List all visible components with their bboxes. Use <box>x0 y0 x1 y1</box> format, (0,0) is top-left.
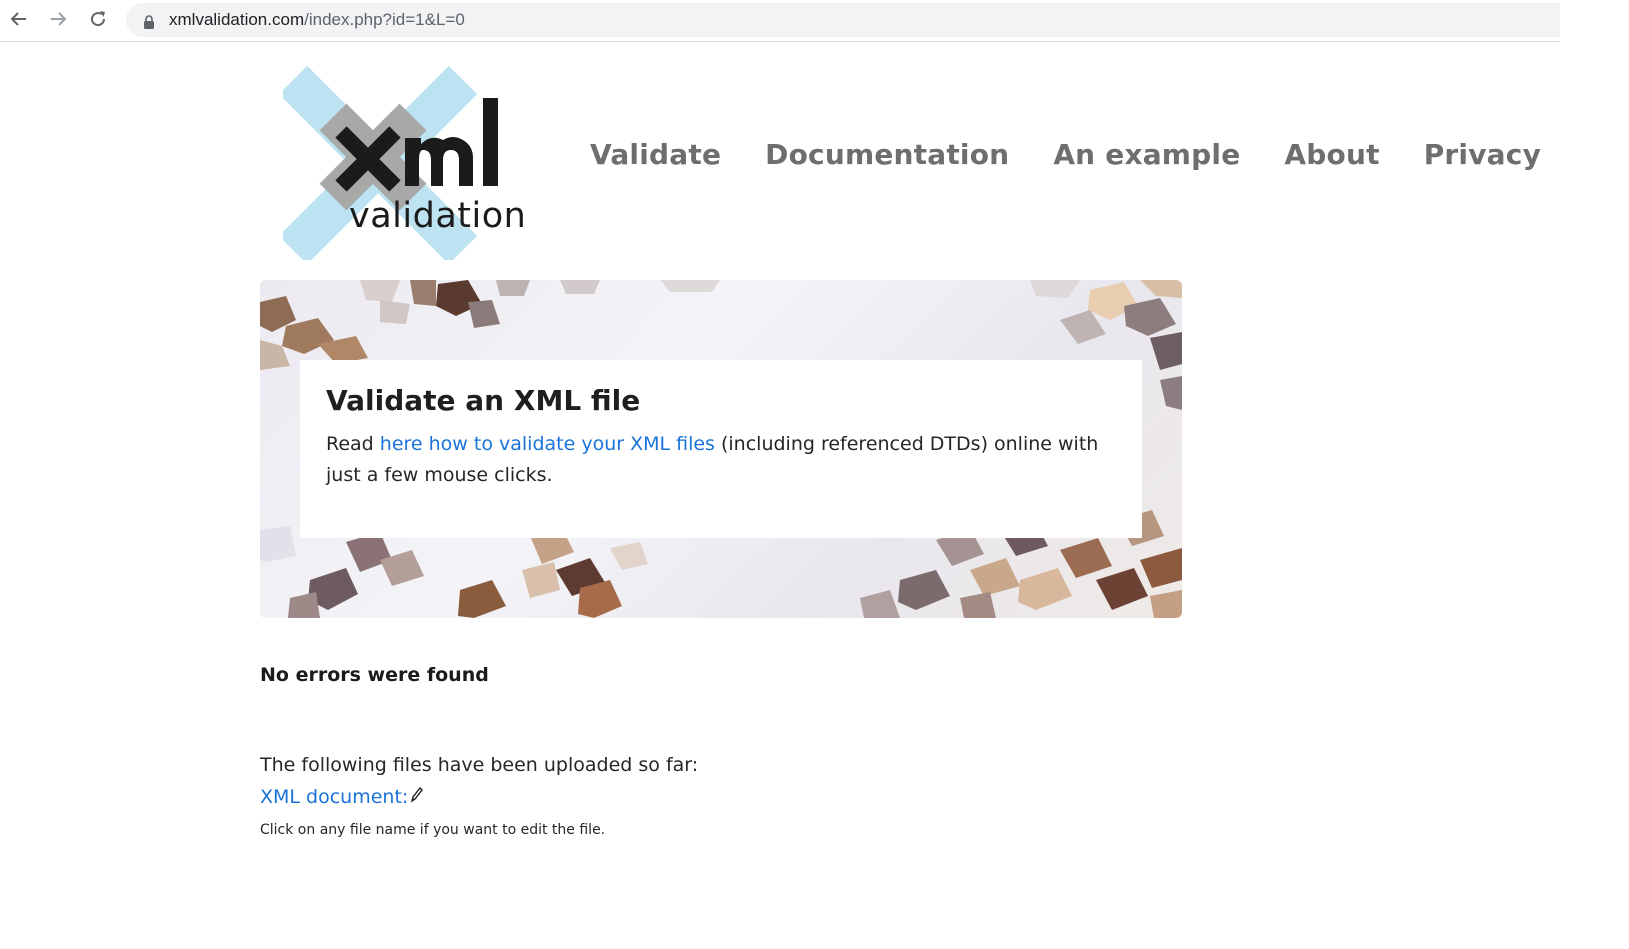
nav-documentation[interactable]: Documentation <box>765 138 1009 171</box>
nav-privacy[interactable]: Privacy <box>1424 138 1541 171</box>
url-text[interactable]: xmlvalidation.com/index.php?id=1&L=0 <box>169 10 465 30</box>
nav-about[interactable]: About <box>1284 138 1379 171</box>
logo-subtext: validation <box>349 196 527 236</box>
hero-title: Validate an XML file <box>326 384 641 417</box>
pencil-icon[interactable] <box>411 786 424 808</box>
browser-toolbar: xmlvalidation.com/index.php?id=1&L=0 <box>0 0 1560 42</box>
address-bar[interactable]: xmlvalidation.com/index.php?id=1&L=0 <box>126 3 1560 37</box>
hero-text: Read here how to validate your XML files… <box>326 429 1116 491</box>
main-nav: Validate Documentation An example About … <box>590 138 1541 171</box>
site-logo[interactable]: validation <box>283 62 535 260</box>
hero-card: Validate an XML file Read here how to va… <box>300 360 1142 538</box>
hero-text-before: Read <box>326 433 380 455</box>
nav-an-example[interactable]: An example <box>1053 138 1240 171</box>
edit-hint: Click on any file name if you want to ed… <box>260 822 606 838</box>
lock-icon <box>143 14 155 33</box>
url-path: /index.php?id=1&L=0 <box>304 10 465 29</box>
validate-howto-link[interactable]: here how to validate your XML files <box>380 433 715 455</box>
reload-icon[interactable] <box>86 7 110 31</box>
nav-validate[interactable]: Validate <box>590 138 721 171</box>
back-icon[interactable] <box>7 7 31 31</box>
uploaded-files-intro: The following files have been uploaded s… <box>260 754 699 776</box>
xml-document-link[interactable]: XML document: <box>260 786 408 808</box>
url-host: xmlvalidation.com <box>169 10 305 29</box>
file-list-item: XML document: <box>260 786 424 808</box>
hero-banner: Validate an XML file Read here how to va… <box>260 280 1182 618</box>
validation-result: No errors were found <box>260 664 489 686</box>
forward-icon[interactable] <box>46 7 70 31</box>
